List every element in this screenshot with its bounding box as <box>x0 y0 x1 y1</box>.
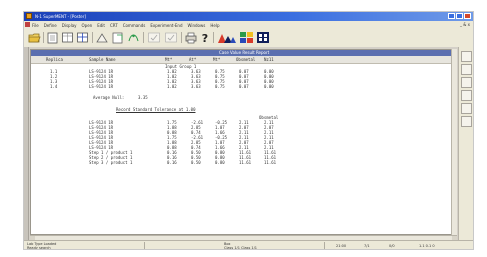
panel-button[interactable] <box>461 64 472 75</box>
left-gutter <box>24 47 29 240</box>
check-icon[interactable] <box>147 31 161 44</box>
status-r1: 21:00 <box>336 244 347 248</box>
cut-icon[interactable] <box>61 31 74 44</box>
col-header-mt: Mt* <box>165 57 173 62</box>
menu-define[interactable]: Define <box>44 23 57 28</box>
toolbar: ? <box>24 29 473 48</box>
menu-commands[interactable]: Commands <box>123 23 146 28</box>
title-bar: N-1 SuperMENT - [Poster] <box>24 12 473 21</box>
grid-icon[interactable] <box>239 31 254 44</box>
close-button[interactable] <box>464 13 471 19</box>
document-icon[interactable] <box>25 22 30 27</box>
table-cell: 11.61 <box>239 160 252 165</box>
col-header-replica: Replica <box>46 57 63 62</box>
col-header-sample: Sample Name <box>89 57 116 62</box>
menu-edit[interactable]: Edit <box>97 23 105 28</box>
table-cell: 0.16 <box>167 160 177 165</box>
maximize-button[interactable] <box>456 13 463 19</box>
svg-text:?: ? <box>202 32 208 44</box>
mdi-controls[interactable]: _ & x <box>460 22 470 27</box>
panel-button[interactable] <box>461 77 472 88</box>
col-header-nz11: Nz11 <box>264 57 274 62</box>
panel-button[interactable] <box>461 116 472 127</box>
col-header-obsmetal: Obsmetal <box>236 57 256 62</box>
application-window: N-1 SuperMENT - [Poster] File Define Dis… <box>23 11 474 250</box>
menu-windows[interactable]: Windows <box>188 23 206 28</box>
menu-display[interactable]: Display <box>62 23 77 28</box>
pattern-icon[interactable] <box>127 31 140 44</box>
average-value: 3.35 <box>138 95 148 100</box>
vertical-scrollbar[interactable] <box>451 49 457 235</box>
status-r4: 1.1 0.1 0 <box>419 244 435 248</box>
table-icon[interactable] <box>256 31 270 44</box>
menu-experiment[interactable]: Experiment-End <box>150 23 182 28</box>
status-bar: Lab Type Loaded Ready search Box Class 1… <box>24 240 473 250</box>
panel-button[interactable] <box>461 103 472 114</box>
right-tool-panel <box>458 47 473 240</box>
table-cell: Step 3 / product 1 <box>89 160 133 165</box>
status-left-secondary: Ready search <box>27 246 51 250</box>
report-document[interactable]: Case Value Result Report Replica Sample … <box>30 49 457 235</box>
menu-help[interactable]: Help <box>210 23 219 28</box>
paste-icon[interactable] <box>95 31 109 44</box>
average-label: Average Null: <box>93 95 125 100</box>
status-r3: 0/0 <box>389 244 395 248</box>
menu-crt[interactable]: CRT <box>110 23 118 28</box>
app-icon <box>26 13 32 19</box>
section-title: Record Standard Tolerance at 1.00 <box>116 107 196 112</box>
workspace: Case Value Result Report Replica Sample … <box>24 47 473 240</box>
chart-icon[interactable] <box>217 31 237 44</box>
col-header-at: At* <box>189 57 197 62</box>
col-header-mt2: Mt* <box>213 57 221 62</box>
minimize-button[interactable] <box>448 13 455 19</box>
table-cell: 11.61 <box>264 160 277 165</box>
menu-bar: File Define Display Open Edit CRT Comman… <box>24 21 473 29</box>
status-r2: 7/1 <box>364 244 370 248</box>
menu-file[interactable]: File <box>32 23 39 28</box>
check-icon[interactable] <box>164 31 178 44</box>
menu-open[interactable]: Open <box>82 23 93 28</box>
print-preview-icon[interactable] <box>184 31 198 44</box>
panel-button[interactable] <box>461 51 472 62</box>
table-cell: 0.80 <box>215 160 225 165</box>
help-icon[interactable]: ? <box>200 31 210 44</box>
window-title: N-1 SuperMENT - [Poster] <box>35 14 86 19</box>
document-icon[interactable] <box>111 31 125 44</box>
print-icon[interactable] <box>46 31 59 44</box>
status-mid-secondary: Class 1/1 Class 1/1 <box>224 246 258 250</box>
panel-button[interactable] <box>461 90 472 101</box>
table-cell: 0.50 <box>191 160 201 165</box>
open-icon[interactable] <box>27 31 41 44</box>
copy-icon[interactable] <box>76 31 89 44</box>
